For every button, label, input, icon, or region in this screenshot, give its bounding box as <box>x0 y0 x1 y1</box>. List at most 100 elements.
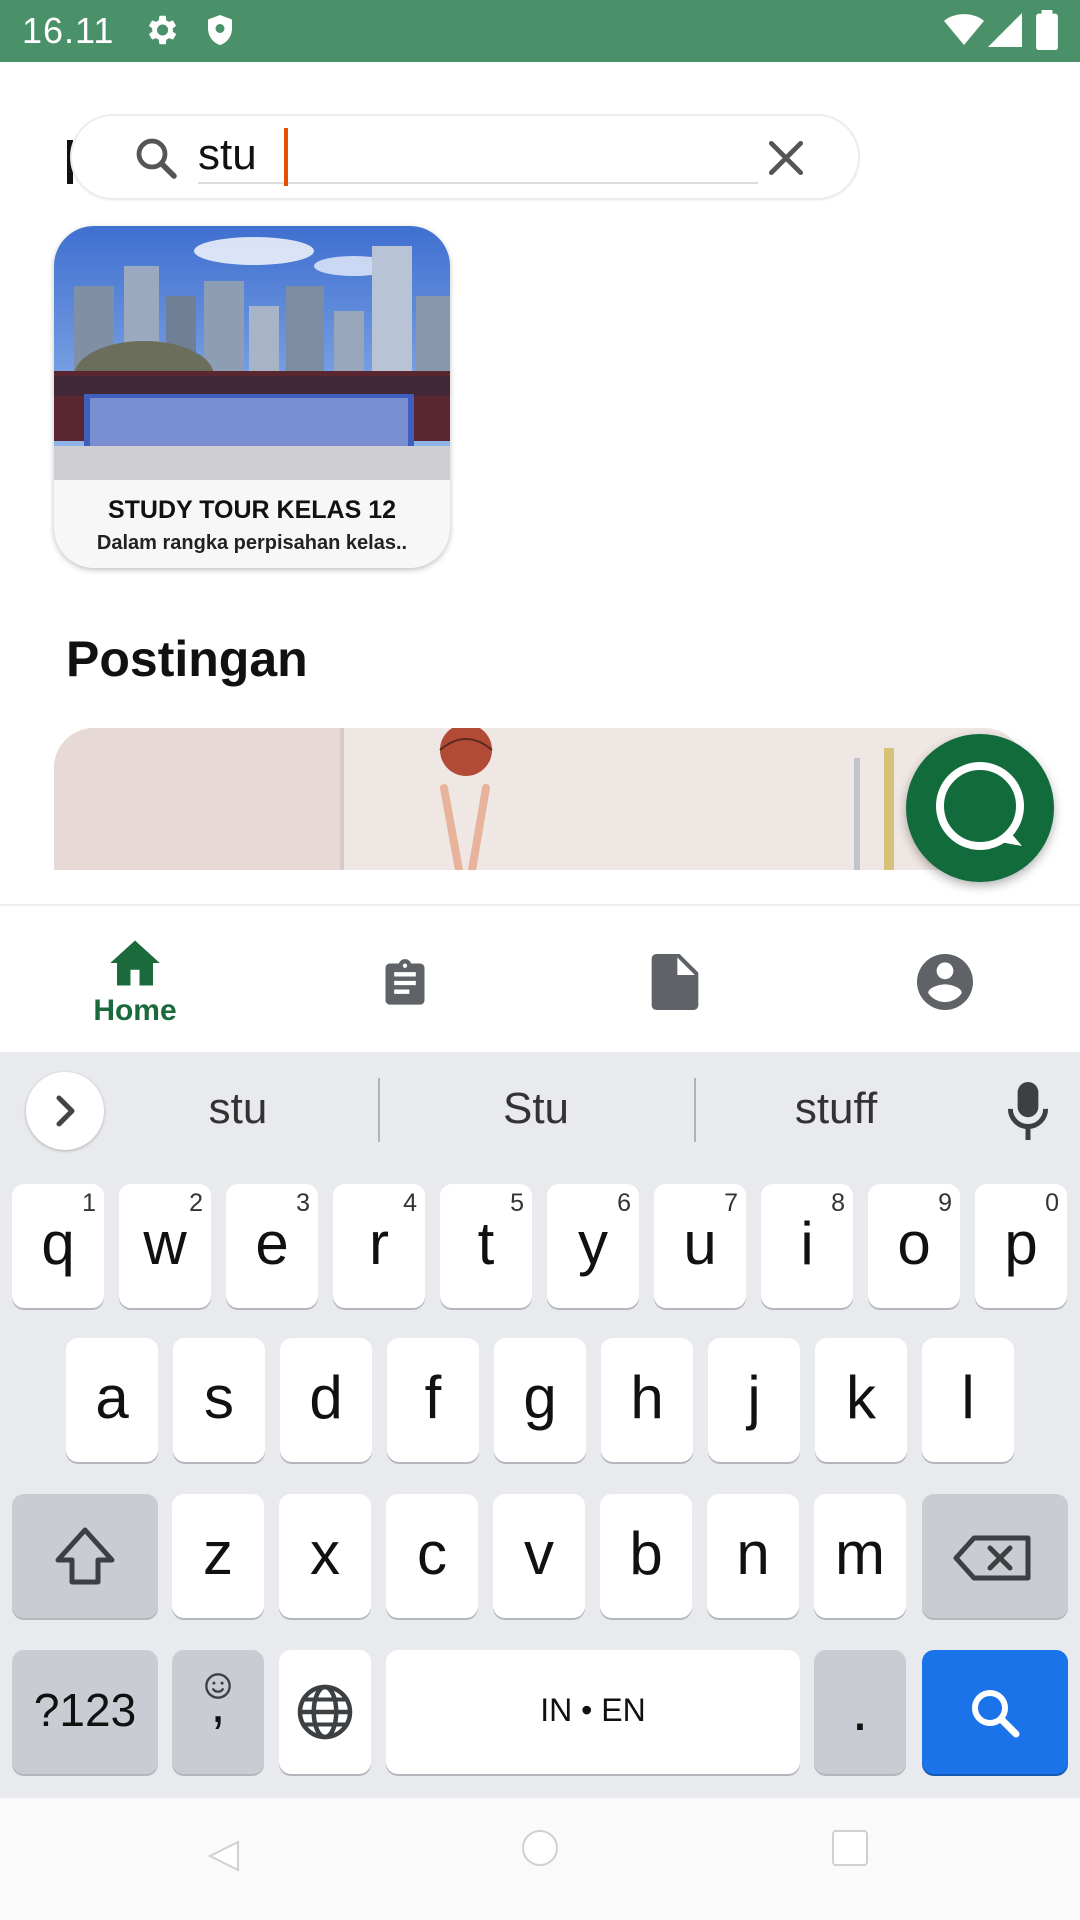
key-hint: 5 <box>510 1189 524 1217</box>
key-y[interactable]: y6 <box>547 1184 639 1308</box>
key-label: d <box>309 1364 343 1431</box>
key-label: j <box>747 1364 761 1431</box>
key-hint: 2 <box>189 1189 203 1217</box>
key-b[interactable]: b <box>600 1494 692 1618</box>
post-card[interactable] <box>54 728 1024 870</box>
key-label: b <box>629 1520 663 1587</box>
nav-home[interactable]: Home <box>55 928 215 1038</box>
nav-assignments[interactable] <box>325 928 485 1038</box>
key-label: t <box>477 1210 495 1277</box>
key-label: n <box>736 1520 770 1587</box>
key-label: s <box>204 1364 234 1431</box>
key-i[interactable]: i8 <box>761 1184 853 1308</box>
status-bar: 16.11 <box>0 0 1080 62</box>
key-hint: 4 <box>403 1189 417 1217</box>
key-label: w <box>143 1210 187 1277</box>
key-n[interactable]: n <box>707 1494 799 1618</box>
suggestion-1[interactable]: stu <box>118 1084 358 1134</box>
status-time: 16.11 <box>22 10 115 51</box>
result-card[interactable]: STUDY TOUR KELAS 12 Dalam rangka perpisa… <box>54 226 450 568</box>
keyboard: stu Stu stuff ?123 , IN • EN . q 1 w 2 e… <box>0 1052 1080 1798</box>
key-k[interactable]: k <box>815 1338 907 1462</box>
nav-documents[interactable] <box>595 928 755 1038</box>
home-button-icon[interactable] <box>520 1828 560 1868</box>
key-p[interactable]: p0 <box>975 1184 1067 1308</box>
back-icon[interactable] <box>204 1838 244 1874</box>
shield-icon <box>208 15 232 45</box>
card-image <box>54 226 450 480</box>
key-hint: 7 <box>724 1189 738 1217</box>
key-hint: 0 <box>1045 1189 1059 1217</box>
key-r[interactable]: r4 <box>333 1184 425 1308</box>
search-input[interactable] <box>198 128 758 184</box>
search-bar[interactable] <box>70 114 860 200</box>
globe-icon <box>297 1684 353 1740</box>
suggestion-strip: stu Stu stuff <box>0 1052 1080 1170</box>
key-label: i <box>800 1210 814 1277</box>
close-icon[interactable] <box>764 136 808 180</box>
shift-icon <box>55 1527 115 1585</box>
document-icon <box>651 954 699 1010</box>
microphone-icon[interactable] <box>1006 1082 1050 1140</box>
chat-button[interactable] <box>906 734 1054 882</box>
key-h[interactable]: h <box>601 1338 693 1462</box>
key-label: z <box>203 1520 233 1587</box>
key-u[interactable]: u7 <box>654 1184 746 1308</box>
key-label: x <box>310 1520 340 1587</box>
key-label: f <box>424 1364 442 1431</box>
key-o[interactable]: o9 <box>868 1184 960 1308</box>
recents-icon[interactable] <box>830 1828 870 1868</box>
key-label: v <box>524 1520 554 1587</box>
period-key[interactable]: . <box>814 1650 906 1774</box>
key-hint: 9 <box>938 1189 952 1217</box>
key-g[interactable]: g <box>494 1338 586 1462</box>
backspace-icon <box>953 1535 1031 1581</box>
key-s[interactable]: s <box>173 1338 265 1462</box>
key-label: m <box>835 1520 885 1587</box>
nav-profile[interactable] <box>865 928 1025 1038</box>
card-subtitle: Dalam rangka perpisahan kelas.. <box>96 532 408 554</box>
key-label: y <box>578 1210 608 1277</box>
search-action-key[interactable] <box>922 1650 1068 1774</box>
expand-suggestions-button[interactable] <box>26 1072 104 1150</box>
battery-icon <box>1036 10 1058 50</box>
text-cursor <box>284 128 288 186</box>
key-label: q <box>41 1210 75 1277</box>
key-j[interactable]: j <box>708 1338 800 1462</box>
key-w[interactable]: w2 <box>119 1184 211 1308</box>
account-icon <box>917 954 973 1010</box>
key-hint: 6 <box>617 1189 631 1217</box>
key-f[interactable]: f <box>387 1338 479 1462</box>
space-key[interactable]: IN • EN <box>386 1650 800 1774</box>
home-icon <box>110 940 160 986</box>
key-label: r <box>369 1210 389 1277</box>
card-title: STUDY TOUR KELAS 12 <box>107 496 397 524</box>
key-v[interactable]: v <box>493 1494 585 1618</box>
section-title: Postingan <box>66 631 308 687</box>
symbols-key[interactable]: ?123 <box>12 1650 158 1774</box>
suggestion-3[interactable]: stuff <box>716 1084 956 1134</box>
key-c[interactable]: c <box>386 1494 478 1618</box>
key-x[interactable]: x <box>279 1494 371 1618</box>
search-icon <box>136 138 177 179</box>
key-q[interactable]: q1 <box>12 1184 104 1308</box>
key-z[interactable]: z <box>172 1494 264 1618</box>
key-e[interactable]: e3 <box>226 1184 318 1308</box>
key-label: h <box>630 1364 664 1431</box>
key-label: u <box>683 1210 717 1277</box>
key-m[interactable]: m <box>814 1494 906 1618</box>
key-d[interactable]: d <box>280 1338 372 1462</box>
key-a[interactable]: a <box>66 1338 158 1462</box>
backspace-key[interactable] <box>922 1494 1068 1618</box>
key-label: o <box>897 1210 931 1277</box>
emoji-comma-key[interactable]: , <box>172 1650 264 1774</box>
key-label: c <box>417 1520 447 1587</box>
key-l[interactable]: l <box>922 1338 1014 1462</box>
key-t[interactable]: t5 <box>440 1184 532 1308</box>
shift-key[interactable] <box>12 1494 158 1618</box>
language-key[interactable] <box>279 1650 371 1774</box>
key-hint: 1 <box>82 1189 96 1217</box>
chevron-right-icon <box>56 1095 75 1127</box>
suggestion-2[interactable]: Stu <box>416 1084 656 1134</box>
settings-icon <box>148 15 177 45</box>
